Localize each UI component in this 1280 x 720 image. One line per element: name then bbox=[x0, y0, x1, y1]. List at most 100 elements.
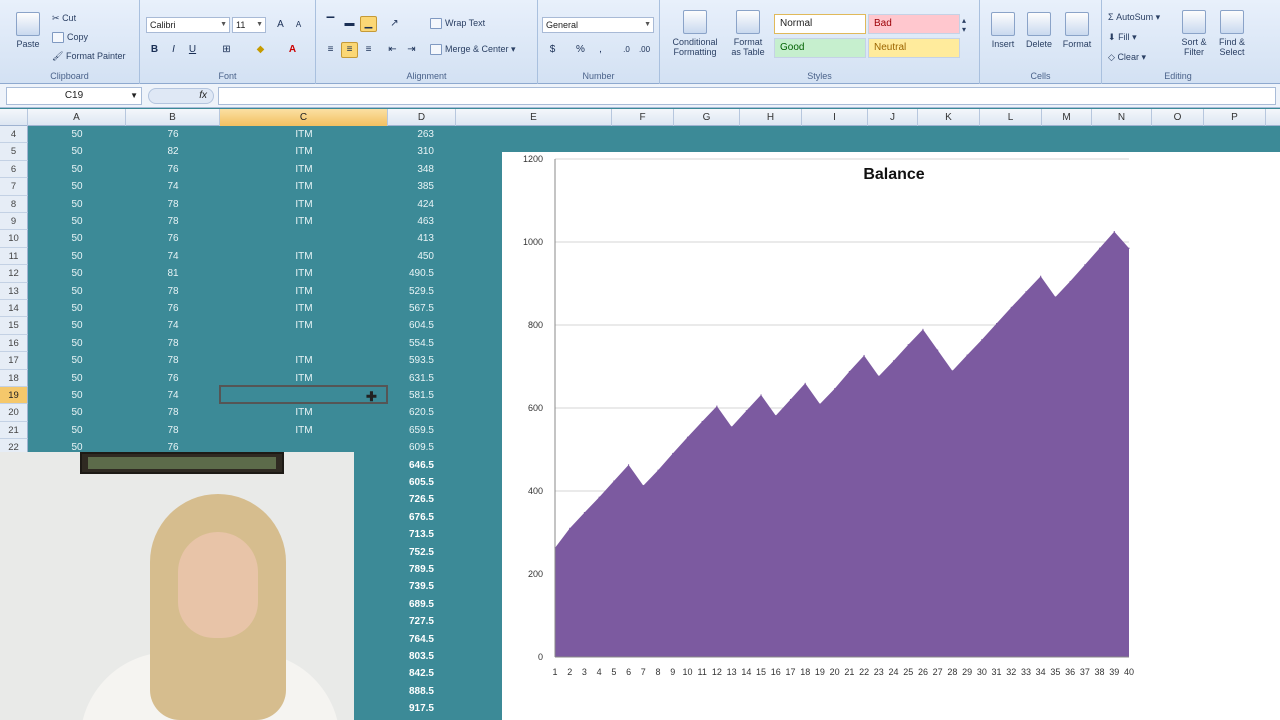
align-right-button[interactable]: ≡ bbox=[360, 42, 377, 58]
cell-b[interactable]: 76 bbox=[126, 230, 220, 247]
cell-d[interactable]: 581.5 bbox=[388, 387, 456, 404]
row-header[interactable]: 21 bbox=[0, 421, 28, 440]
cell-c[interactable]: ITM bbox=[220, 300, 388, 317]
currency-button[interactable]: $ bbox=[544, 42, 561, 58]
increase-decimal-button[interactable]: .0 bbox=[618, 42, 635, 58]
cell-a[interactable]: 50 bbox=[28, 404, 126, 421]
column-header-n[interactable]: N bbox=[1092, 109, 1152, 126]
column-header-d[interactable]: D bbox=[388, 109, 456, 126]
row-header[interactable]: 10 bbox=[0, 230, 28, 248]
cell-d[interactable]: 789.5 bbox=[388, 561, 456, 578]
column-header-a[interactable]: A bbox=[28, 109, 126, 126]
cell-d[interactable]: 659.5 bbox=[388, 422, 456, 439]
column-header-m[interactable]: M bbox=[1042, 109, 1092, 126]
cell-c[interactable]: ITM bbox=[220, 317, 388, 334]
copy-button[interactable]: Copy bbox=[52, 32, 88, 44]
row-header[interactable]: 7 bbox=[0, 178, 28, 196]
cell-a[interactable]: 50 bbox=[28, 196, 126, 213]
grow-font-button[interactable]: A bbox=[272, 17, 289, 33]
cell-d[interactable]: 348 bbox=[388, 161, 456, 178]
insert-button[interactable]: Insert bbox=[986, 12, 1020, 49]
cell-b[interactable]: 78 bbox=[126, 335, 220, 352]
cell-b[interactable]: 74 bbox=[126, 387, 220, 404]
cell-a[interactable]: 50 bbox=[28, 352, 126, 369]
cell-d[interactable]: 263 bbox=[388, 126, 456, 143]
cell-b[interactable]: 78 bbox=[126, 196, 220, 213]
cell-b[interactable]: 82 bbox=[126, 143, 220, 160]
row-header[interactable]: 6 bbox=[0, 160, 28, 179]
row-header[interactable]: 5 bbox=[0, 143, 28, 161]
cell-a[interactable]: 50 bbox=[28, 126, 126, 143]
cell-b[interactable]: 74 bbox=[126, 178, 220, 195]
cell-a[interactable]: 50 bbox=[28, 370, 126, 387]
cell-d[interactable]: 689.5 bbox=[388, 596, 456, 613]
row-header[interactable]: 11 bbox=[0, 247, 28, 266]
orientation-button[interactable]: ↗ bbox=[386, 16, 403, 32]
cut-button[interactable]: ✂ Cut bbox=[52, 13, 76, 24]
cell-d[interactable]: 646.5 bbox=[388, 457, 456, 474]
column-header-e[interactable]: E bbox=[456, 109, 612, 126]
column-header-f[interactable]: F bbox=[612, 109, 674, 126]
insert-function-button[interactable]: fx bbox=[148, 88, 214, 104]
cell-d[interactable]: 604.5 bbox=[388, 317, 456, 334]
cell-a[interactable]: 50 bbox=[28, 387, 126, 404]
cell-d[interactable]: 424 bbox=[388, 196, 456, 213]
cell-c[interactable] bbox=[220, 230, 388, 247]
cell-c[interactable]: ITM bbox=[220, 161, 388, 178]
cell-b[interactable]: 76 bbox=[126, 370, 220, 387]
format-painter-button[interactable]: 🖌 Format Painter bbox=[52, 51, 125, 62]
row-header[interactable]: 18 bbox=[0, 369, 28, 387]
cell-b[interactable]: 74 bbox=[126, 248, 220, 265]
styles-scroll-button[interactable]: ▴ ▾ bbox=[962, 16, 966, 34]
percent-button[interactable]: % bbox=[572, 42, 589, 58]
format-as-table-button[interactable]: Format as Table bbox=[726, 10, 770, 57]
column-header-g[interactable]: G bbox=[674, 109, 740, 126]
column-header-k[interactable]: K bbox=[918, 109, 980, 126]
cell-a[interactable]: 50 bbox=[28, 178, 126, 195]
cell-c[interactable]: ITM bbox=[220, 178, 388, 195]
cell-c[interactable]: ITM bbox=[220, 196, 388, 213]
cell-d[interactable]: 752.5 bbox=[388, 544, 456, 561]
column-header-c[interactable]: C bbox=[220, 109, 388, 126]
cell-c[interactable]: ITM bbox=[220, 248, 388, 265]
italic-button[interactable]: I bbox=[165, 42, 182, 58]
cell-d[interactable]: 727.5 bbox=[388, 613, 456, 630]
cell-b[interactable]: 81 bbox=[126, 265, 220, 282]
cell-b[interactable]: 76 bbox=[126, 300, 220, 317]
cell-d[interactable]: 917.5 bbox=[388, 700, 456, 717]
cell-d[interactable]: 529.5 bbox=[388, 283, 456, 300]
cell-a[interactable]: 50 bbox=[28, 335, 126, 352]
font-size-combo[interactable]: 11 ▼ bbox=[232, 17, 266, 33]
cell-b[interactable]: 78 bbox=[126, 283, 220, 300]
cell-d[interactable]: 620.5 bbox=[388, 404, 456, 421]
cell-c[interactable]: ITM bbox=[220, 422, 388, 439]
column-header-j[interactable]: J bbox=[868, 109, 918, 126]
cell-d[interactable]: 310 bbox=[388, 143, 456, 160]
merge-center-button[interactable]: Merge & Center ▾ bbox=[430, 44, 516, 56]
cell-a[interactable]: 50 bbox=[28, 317, 126, 334]
cell-d[interactable]: 609.5 bbox=[388, 439, 456, 456]
row-header[interactable]: 16 bbox=[0, 334, 28, 353]
delete-button[interactable]: Delete bbox=[1022, 12, 1056, 49]
column-header-o[interactable]: O bbox=[1152, 109, 1204, 126]
font-name-combo[interactable]: Calibri ▼ bbox=[146, 17, 230, 33]
cell-d[interactable]: 764.5 bbox=[388, 631, 456, 648]
cell-c[interactable]: ITM bbox=[220, 126, 388, 143]
cell-d[interactable]: 490.5 bbox=[388, 265, 456, 282]
increase-indent-button[interactable]: ⇥ bbox=[403, 42, 420, 58]
cell-b[interactable]: 78 bbox=[126, 213, 220, 230]
paste-button[interactable]: Paste bbox=[10, 12, 46, 49]
bold-button[interactable]: B bbox=[146, 42, 163, 58]
cell-c[interactable]: ITM bbox=[220, 352, 388, 369]
align-middle-button[interactable]: ▬ bbox=[341, 16, 358, 32]
cell-a[interactable]: 50 bbox=[28, 230, 126, 247]
column-header-b[interactable]: B bbox=[126, 109, 220, 126]
cell-b[interactable]: 78 bbox=[126, 352, 220, 369]
row-header[interactable]: 8 bbox=[0, 195, 28, 213]
style-normal[interactable]: Normal bbox=[774, 14, 866, 34]
comma-button[interactable]: , bbox=[592, 42, 609, 58]
decrease-decimal-button[interactable]: .00 bbox=[636, 42, 653, 58]
cell-d[interactable]: 463 bbox=[388, 213, 456, 230]
cell-d[interactable]: 413 bbox=[388, 230, 456, 247]
cell-a[interactable]: 50 bbox=[28, 143, 126, 160]
